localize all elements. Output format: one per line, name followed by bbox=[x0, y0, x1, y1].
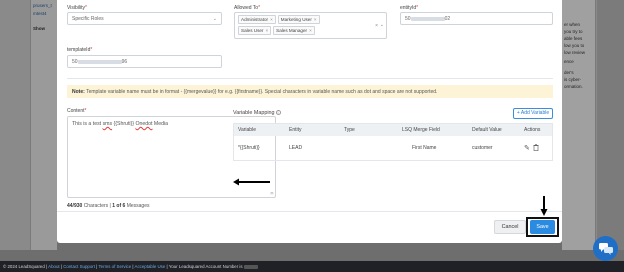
templateid-label: templateId* bbox=[67, 47, 93, 53]
about-link[interactable]: About bbox=[48, 264, 59, 269]
bg-left-item: mtest4 bbox=[33, 11, 47, 16]
content-text: Onedot bbox=[135, 121, 153, 127]
chevron-down-icon: ⌄ bbox=[212, 16, 217, 22]
format-note: Note: Template variable name must be in … bbox=[67, 85, 553, 98]
content-text: sms bbox=[102, 121, 113, 127]
counter-separator: | bbox=[109, 203, 111, 209]
cell-variable: *{{Shruti}} bbox=[238, 145, 260, 151]
background-scrollbar bbox=[597, 0, 624, 250]
chars-label: Characters bbox=[83, 203, 109, 209]
role-tag: Administrator × bbox=[238, 15, 276, 24]
allowed-to-multiselect[interactable]: Administrator × Marketing User × Sales User… bbox=[234, 12, 387, 39]
bg-right-item: er when bbox=[564, 22, 581, 27]
messages-label: Messages bbox=[126, 203, 150, 209]
bg-right-item: you try to bbox=[564, 29, 583, 34]
templateid-suffix: 96 bbox=[121, 59, 128, 65]
footer-divider bbox=[57, 211, 562, 212]
entityid-prefix: 50 bbox=[405, 16, 411, 22]
clear-all-icon[interactable]: × bbox=[375, 23, 378, 29]
role-tag: Marketing User × bbox=[277, 15, 320, 24]
chars-used: 44/930 bbox=[67, 203, 83, 209]
character-counter: 44/930 Characters | 1 of 6 Messages bbox=[67, 203, 149, 209]
messages-count: 1 of 6 bbox=[112, 203, 126, 209]
templateid-input[interactable]: 50 96 bbox=[67, 55, 222, 68]
redacted-block bbox=[243, 264, 258, 269]
arrow-down-icon bbox=[540, 196, 548, 216]
chat-widget[interactable] bbox=[593, 236, 618, 261]
bg-left-item: prusers_t bbox=[33, 3, 52, 8]
col-lsq-merge-field: LSQ Merge Field bbox=[402, 127, 440, 133]
table-row: *{{Shruti}} LEAD First Name customer ✎ bbox=[234, 136, 552, 160]
content-text: Media bbox=[152, 121, 169, 127]
account-number-text: | Your Leadsquared Account Number is bbox=[166, 264, 243, 269]
bg-right-item: able fees bbox=[564, 36, 583, 41]
col-actions: Actions bbox=[524, 127, 541, 133]
bg-right-item: der's bbox=[564, 70, 574, 75]
col-variable: Variable bbox=[238, 127, 256, 133]
close-icon[interactable]: × bbox=[265, 28, 268, 33]
visibility-value: Specific Roles bbox=[72, 16, 104, 22]
cell-lsq-field[interactable]: First Name bbox=[402, 145, 472, 151]
add-variable-button[interactable]: + Add Variable bbox=[513, 108, 553, 119]
bg-right-item: ormation. bbox=[564, 84, 583, 89]
cell-actions: ✎ bbox=[524, 143, 552, 153]
variable-mapping-title: Variable Mapping i bbox=[233, 110, 281, 116]
contact-support-link[interactable]: Contact Support bbox=[63, 264, 95, 269]
bg-right-item: is cyber- bbox=[564, 77, 582, 82]
chat-icon bbox=[598, 242, 613, 255]
acceptable-use-link[interactable]: Acceptable Use bbox=[135, 264, 166, 269]
page-footer: © 2024 LeadSquared | About | Contact Sup… bbox=[0, 261, 624, 272]
table-header: Variable Entity Type LSQ Merge Field Def… bbox=[234, 124, 552, 136]
templateid-prefix: 50 bbox=[72, 59, 78, 65]
visibility-select[interactable]: Specific Roles ⌄ bbox=[67, 12, 222, 25]
col-entity: Entity bbox=[289, 127, 302, 133]
col-default-value: Default Value bbox=[472, 127, 502, 133]
background-left-panel: prusers_t mtest4 Show bbox=[30, 0, 57, 250]
note-text: Template variable name must be in format… bbox=[86, 89, 438, 95]
close-icon[interactable]: × bbox=[270, 17, 273, 22]
resize-handle-icon[interactable]: ≏ bbox=[270, 191, 274, 197]
close-icon[interactable]: × bbox=[309, 28, 312, 33]
role-tag: Sales Manager × bbox=[273, 26, 315, 35]
role-tag: Sales User × bbox=[238, 26, 272, 35]
copyright-text: © 2024 LeadSquared bbox=[3, 264, 45, 269]
chevron-down-icon[interactable]: ⌄ bbox=[380, 22, 384, 28]
cell-default[interactable]: customer bbox=[472, 145, 524, 151]
redacted-block bbox=[410, 16, 445, 21]
entityid-suffix: 02 bbox=[444, 16, 451, 22]
allowed-to-label: Allowed To* bbox=[234, 5, 261, 11]
bg-right-item: low you to bbox=[564, 43, 585, 48]
info-icon[interactable]: i bbox=[275, 110, 281, 115]
content-label: Content* bbox=[67, 108, 87, 114]
entityid-input[interactable]: 50 02 bbox=[400, 12, 553, 25]
entityid-label: entityId* bbox=[400, 5, 419, 11]
content-text: This is a test bbox=[72, 121, 103, 127]
col-type: Type bbox=[344, 127, 355, 133]
bg-right-item: low review bbox=[564, 50, 586, 55]
content-text: {{Shruti}} bbox=[112, 121, 136, 127]
bg-right-item: ence bbox=[564, 59, 574, 64]
arrow-left-icon bbox=[233, 178, 270, 186]
note-label: Note: bbox=[72, 89, 85, 95]
terms-link[interactable]: Terms of Service bbox=[98, 264, 131, 269]
section-divider bbox=[67, 78, 553, 79]
close-icon[interactable]: × bbox=[314, 17, 317, 22]
redacted-block bbox=[77, 59, 122, 64]
pencil-icon[interactable]: ✎ bbox=[524, 145, 530, 152]
visibility-label: Visibility* bbox=[67, 5, 87, 11]
cell-entity[interactable]: LEAD bbox=[289, 145, 344, 151]
trash-icon[interactable] bbox=[533, 143, 539, 153]
template-modal: Visibility* Specific Roles ⌄ Allowed To*… bbox=[57, 0, 562, 243]
background-right-panel: er when you try to able fees low you to … bbox=[562, 0, 596, 250]
save-button[interactable]: Save bbox=[530, 220, 555, 234]
cancel-button[interactable]: Cancel bbox=[494, 220, 526, 234]
variable-mapping-table: Variable Entity Type LSQ Merge Field Def… bbox=[233, 123, 553, 161]
bg-left-item: Show bbox=[33, 26, 45, 31]
